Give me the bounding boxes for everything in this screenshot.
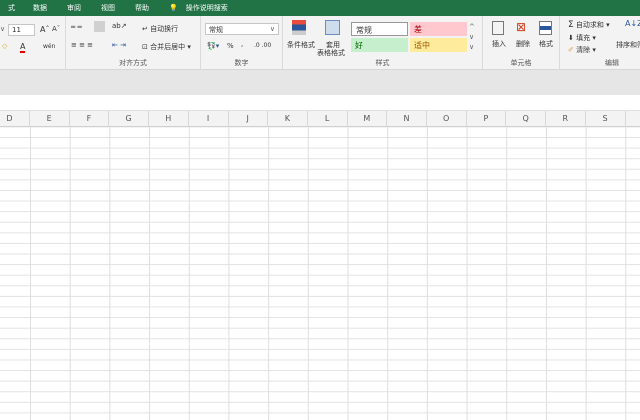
ribbon: 11 ∨ Aˆ Aˇ ◇ A wén ═ ═ ab↗ ≡ ≡ ≡ ⇤ ⇥ ↵ 自… [0,16,640,70]
percent-button[interactable]: % [227,42,234,50]
cells-group: 插入 ⊠ 删除 格式 单元格 [483,16,560,70]
conditional-format-button[interactable]: 条件格式 [287,40,315,50]
style-bad[interactable]: 差 [410,22,467,36]
styles-group: 条件格式 套用 表格格式 常规 差 好 适中 ^ ∨ ∨ 样式 [283,16,483,70]
column-header-P[interactable]: P [466,111,507,127]
delete-icon: ⊠ [516,20,527,34]
style-normal[interactable]: 常规 [351,22,408,36]
column-header-L[interactable]: L [308,111,348,127]
wrap-text-label: 自动换行 [150,25,179,33]
column-header-J[interactable]: J [228,111,269,127]
style-good[interactable]: 好 [351,38,408,52]
font-group: 11 ∨ Aˆ Aˇ ◇ A wén [0,16,66,70]
column-header-E[interactable]: E [30,111,70,127]
format-button[interactable]: 格式 [539,39,553,49]
table-format-button[interactable]: 表格格式 [317,48,345,58]
merge-center-button[interactable]: ⊡ 合并后居中 ▾ [142,42,191,52]
lightbulb-icon: 💡 [169,4,178,12]
column-header-N[interactable]: N [387,111,427,127]
indent-icon[interactable]: ⇤ ⇥ [112,41,126,49]
autosum-button[interactable]: Σ 自动求和 ▾ [568,20,610,30]
chevron-down-icon[interactable]: ∨ [0,25,5,33]
sort-filter-button[interactable]: 排序和筛 [616,40,640,50]
column-headers: DEFGHIJKLMNOPQRST [0,110,640,127]
font-size-value: 11 [12,26,21,34]
table-format-icon [325,20,340,35]
grow-font-button[interactable]: Aˆ [40,25,49,34]
decimal-icon[interactable]: .0 .00 [254,42,271,49]
conditional-format-icon [292,20,306,35]
align-left-icon[interactable]: ≡ ≡ ≡ [71,41,93,49]
styles-scroll-icon[interactable]: ^ ∨ ∨ [469,22,475,52]
column-header-T[interactable]: T [625,111,640,127]
insert-icon [492,21,504,35]
insert-button[interactable]: 插入 [492,39,506,49]
fill-label: 填充 [576,34,591,42]
column-header-K[interactable]: K [268,111,308,127]
font-size-select[interactable]: 11 [8,24,35,36]
merge-label: 合并后居中 [150,43,186,51]
orientation-icon[interactable]: ab↗ [112,22,127,30]
clear-button[interactable]: ✐ 清除 ▾ [568,45,596,55]
menu-bar: 式 数据 审阅 视图 帮助 💡 操作说明搜索 [0,0,640,16]
column-header-D[interactable]: D [0,111,30,127]
wrap-text-button[interactable]: ↵ 自动换行 [142,24,178,34]
font-color-button[interactable]: A [20,42,26,53]
clear-label: 清除 [576,46,591,54]
number-label: 数字 [234,59,249,67]
tell-me-search[interactable]: 操作说明搜索 [186,3,236,13]
accounting-icon[interactable]: 💱▾ [207,42,219,50]
alignment-label: 对齐方式 [119,59,147,67]
phonetic-button[interactable]: wén [43,43,55,50]
align-top-icon[interactable]: ═ ═ [71,23,82,31]
shrink-font-button[interactable]: Aˇ [52,25,60,33]
column-header-O[interactable]: O [427,111,467,127]
styles-label: 样式 [375,59,390,67]
cell-grid[interactable] [0,127,640,420]
fill-color-button[interactable]: ◇ [2,42,7,50]
column-header-I[interactable]: I [189,111,229,127]
menu-view[interactable]: 视图 [89,3,123,13]
column-header-S[interactable]: S [586,111,626,127]
menu-review[interactable]: 审阅 [55,3,89,13]
column-header-G[interactable]: G [109,111,150,127]
column-header-M[interactable]: M [347,111,388,127]
fill-button[interactable]: ⬇ 填充 ▾ [568,33,596,43]
alignment-group: ═ ═ ab↗ ≡ ≡ ≡ ⇤ ⇥ ↵ 自动换行 ⊡ 合并后居中 ▾ 对齐方式 [66,16,201,70]
number-group: 常规 ∨ 💱▾ % , .0 .00 数字 [201,16,283,70]
style-neutral[interactable]: 适中 [410,38,467,52]
delete-button[interactable]: 删除 [516,39,530,49]
menu-data[interactable]: 数据 [23,3,55,13]
column-header-H[interactable]: H [149,111,189,127]
menu-help[interactable]: 帮助 [123,3,157,13]
sort-icon: A↓Z [625,19,640,28]
column-header-Q[interactable]: Q [506,111,547,127]
gray-band [0,70,640,95]
number-format-value: 常规 [209,26,223,34]
editing-group: Σ 自动求和 ▾ ⬇ 填充 ▾ ✐ 清除 ▾ A↓Z 排序和筛 编辑 [560,16,640,70]
column-header-R[interactable]: R [546,111,586,127]
cells-label: 单元格 [510,59,532,67]
align-bottom-icon[interactable] [94,21,105,32]
autosum-label: 自动求和 [575,21,604,29]
number-format-select[interactable]: 常规 ∨ [205,23,279,35]
editing-label: 编辑 [605,59,619,67]
formula-bar[interactable] [0,95,640,110]
column-header-F[interactable]: F [69,111,110,127]
menu-formulas[interactable]: 式 [0,3,23,13]
comma-button[interactable]: , [241,40,243,48]
format-icon [539,21,552,35]
